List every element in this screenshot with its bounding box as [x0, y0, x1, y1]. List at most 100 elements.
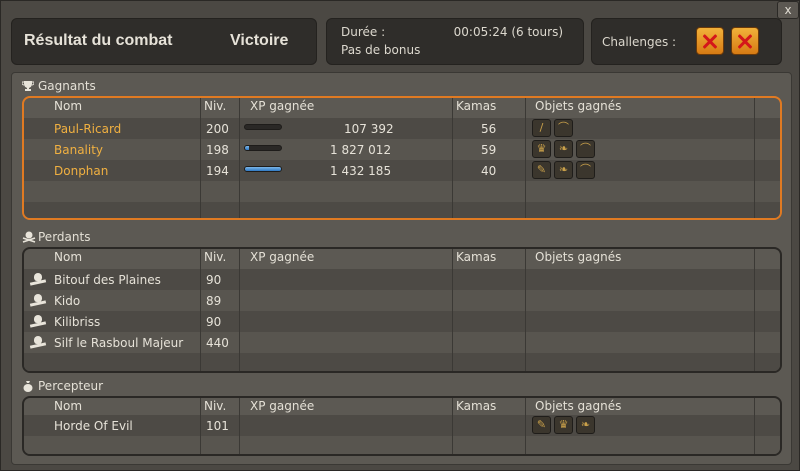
- winners-label: Gagnants: [38, 79, 96, 93]
- losers-heading: Perdants: [22, 230, 90, 244]
- window-title: Résultat du combat: [24, 32, 173, 49]
- monster-name: Kilibriss: [54, 315, 101, 329]
- trophy-icon: [21, 80, 35, 92]
- duration-label: Durée :: [341, 25, 386, 39]
- combat-result-window: x Résultat du combat Victoire Durée : 00…: [0, 0, 800, 471]
- collector-name: Horde Of Evil: [54, 419, 133, 433]
- column-divider: [200, 98, 201, 218]
- xp-value: 1 827 012: [330, 143, 392, 157]
- player-name: Banality: [54, 143, 104, 157]
- table-header: Nom Niv. XP gagnée Kamas Objets gagnés: [24, 398, 780, 415]
- table-row-empty: [24, 436, 780, 454]
- xp-value: 1 432 185: [330, 164, 392, 178]
- player-level: 198: [206, 143, 229, 157]
- crown-icon[interactable]: ♛: [532, 140, 551, 158]
- losers-label: Perdants: [38, 230, 91, 244]
- table-row[interactable]: Bitouf des Plaines 90: [24, 269, 780, 290]
- close-button[interactable]: x: [777, 1, 799, 19]
- column-divider: [525, 98, 526, 218]
- col-kamas: Kamas: [456, 99, 497, 113]
- duration-value: 00:05:24 (6 tours): [453, 25, 563, 39]
- player-level: 200: [206, 122, 229, 136]
- skull-icon: [30, 294, 46, 306]
- column-divider: [525, 398, 526, 454]
- title-panel: Résultat du combat Victoire: [11, 18, 317, 65]
- bow-icon[interactable]: ⌒: [576, 140, 595, 158]
- monster-level: 89: [206, 294, 222, 308]
- col-items: Objets gagnés: [535, 399, 622, 413]
- table-header: Nom Niv. XP gagnée Kamas Objets gagnés: [24, 98, 780, 115]
- bow-icon[interactable]: ⌒: [576, 161, 595, 179]
- column-divider: [452, 98, 453, 218]
- bow-icon[interactable]: ⌒: [554, 119, 573, 137]
- col-items: Objets gagnés: [535, 250, 622, 264]
- skull-icon: [30, 273, 46, 285]
- table-row[interactable]: Kido 89: [24, 290, 780, 311]
- col-level: Niv.: [204, 99, 227, 113]
- feather-icon[interactable]: ❧: [554, 161, 573, 179]
- wand-icon[interactable]: /: [532, 119, 551, 137]
- monster-name: Kido: [54, 294, 81, 308]
- column-divider: [200, 249, 201, 371]
- monster-level: 440: [206, 336, 229, 350]
- skull-icon: [30, 315, 46, 327]
- table-row[interactable]: Silf le Rasboul Majeur 440: [24, 332, 780, 353]
- failed-challenge-icon[interactable]: [696, 27, 724, 55]
- winners-table: Nom Niv. XP gagnée Kamas Objets gagnés P…: [22, 96, 782, 220]
- col-items: Objets gagnés: [535, 99, 622, 113]
- column-divider: [452, 398, 453, 454]
- col-name: Nom: [54, 99, 83, 113]
- col-xp: XP gagnée: [250, 99, 315, 113]
- col-name: Nom: [54, 250, 83, 264]
- table-row-empty: [24, 202, 780, 218]
- monster-name: Bitouf des Plaines: [54, 273, 161, 287]
- collector-table: Nom Niv. XP gagnée Kamas Objets gagnés H…: [22, 396, 782, 456]
- col-name: Nom: [54, 399, 83, 413]
- monster-level: 90: [206, 273, 222, 287]
- column-divider: [452, 249, 453, 371]
- table-row[interactable]: Kilibriss 90: [24, 311, 780, 332]
- collector-label: Percepteur: [38, 379, 104, 393]
- col-xp: XP gagnée: [250, 250, 315, 264]
- xp-value: 107 392: [344, 122, 394, 136]
- kamas-value: 40: [481, 164, 497, 178]
- table-row-empty: [24, 181, 780, 202]
- xp-progress-bar: [244, 124, 282, 130]
- money-bag-icon: [22, 380, 34, 392]
- column-divider: [754, 98, 755, 218]
- crown-icon[interactable]: ♛: [554, 416, 573, 434]
- failed-challenge-icon[interactable]: [731, 27, 759, 55]
- xp-progress-bar: [244, 166, 282, 172]
- column-divider: [525, 249, 526, 371]
- table-row[interactable]: Banality 198 1 827 012 59 ♛ ❧ ⌒: [24, 139, 780, 160]
- xp-fill: [245, 146, 250, 150]
- feather-icon[interactable]: ❧: [554, 140, 573, 158]
- bonus-text: Pas de bonus: [341, 43, 421, 57]
- column-divider: [239, 98, 240, 218]
- table-row-empty: [24, 353, 780, 371]
- column-divider: [754, 398, 755, 454]
- player-name: Paul-Ricard: [54, 122, 122, 136]
- collector-heading: Percepteur: [22, 379, 103, 393]
- collector-level: 101: [206, 419, 229, 433]
- player-level: 194: [206, 164, 229, 178]
- kamas-value: 59: [481, 143, 497, 157]
- feather-icon[interactable]: ❧: [576, 416, 595, 434]
- xp-fill: [245, 167, 281, 171]
- losers-table: Nom Niv. XP gagnée Kamas Objets gagnés B…: [22, 247, 782, 373]
- table-row[interactable]: Donphan 194 1 432 185 40 ✎ ❧ ⌒: [24, 160, 780, 181]
- combat-result: Victoire: [230, 32, 289, 49]
- table-row[interactable]: Paul-Ricard 200 107 392 56 / ⌒: [24, 118, 780, 139]
- col-xp: XP gagnée: [250, 399, 315, 413]
- duration-panel: Durée : 00:05:24 (6 tours) Pas de bonus: [326, 18, 584, 65]
- table-row[interactable]: Horde Of Evil 101 ✎ ♛ ❧: [24, 415, 780, 436]
- column-divider: [754, 249, 755, 371]
- col-kamas: Kamas: [456, 399, 497, 413]
- col-level: Niv.: [204, 399, 227, 413]
- leaf-icon[interactable]: ✎: [532, 416, 551, 434]
- skull-icon: [30, 336, 46, 348]
- challenges-panel: Challenges :: [591, 18, 782, 65]
- leaf-icon[interactable]: ✎: [532, 161, 551, 179]
- column-divider: [239, 249, 240, 371]
- skull-crossbones-icon: [22, 231, 36, 243]
